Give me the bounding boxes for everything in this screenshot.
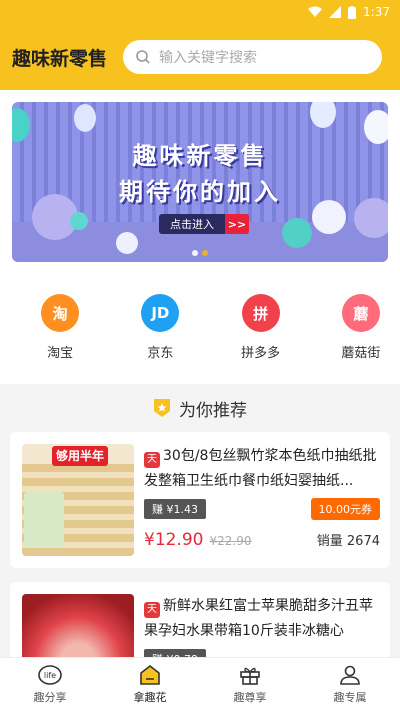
- jd-icon: JD: [141, 294, 180, 332]
- product-image: 够用半年: [22, 444, 134, 556]
- banner-title-line1: 趣味新零售: [132, 142, 268, 170]
- category-jd[interactable]: JD 京东: [121, 284, 199, 384]
- header: 趣味新零售 输入关键字搜索: [0, 24, 400, 90]
- carousel-dots: [12, 250, 388, 256]
- product-title-text: 30包/8包丝飘竹浆本色纸巾抽纸批发整箱卫生纸巾餐巾纸妇婴抽纸...: [144, 448, 377, 489]
- product-image-package: [24, 492, 64, 548]
- product-card[interactable]: 天新鲜水果红富士苹果脆甜多汁丑苹果孕妇水果带箱10斤装非冰糖心 赚 ¥0.79: [10, 582, 390, 662]
- tab-label: 趣分享: [33, 691, 67, 704]
- recommend-header: 为你推荐: [0, 384, 400, 432]
- tab-label: 拿趣花: [133, 691, 167, 704]
- tab-label: 趣尊享: [233, 691, 267, 704]
- category-mogujie[interactable]: 蘑 蘑菇街: [322, 284, 400, 384]
- wifi-icon: [308, 6, 323, 17]
- tab-label: 趣专属: [333, 691, 367, 704]
- shield-star-icon: [154, 399, 170, 417]
- app-title: 趣味新零售: [12, 47, 108, 70]
- search-input[interactable]: 输入关键字搜索: [123, 40, 382, 74]
- sphere-decoration: [70, 212, 88, 230]
- carousel-dot-active[interactable]: [202, 250, 208, 256]
- status-bar: 1:37: [0, 0, 400, 24]
- product-info: 天新鲜水果红富士苹果脆甜多汁丑苹果孕妇水果带箱10斤装非冰糖心 赚 ¥0.79: [144, 594, 380, 662]
- search-icon: [136, 50, 150, 64]
- balloon-decoration: [310, 102, 336, 128]
- product-card[interactable]: 够用半年 天 30包/8包丝飘竹浆本色纸巾抽纸批发整箱卫生纸巾餐巾纸妇婴抽纸...…: [10, 432, 390, 568]
- category-label: 蘑菇街: [341, 346, 381, 361]
- product-image: [22, 594, 134, 662]
- category-taobao[interactable]: 淘 淘宝: [21, 284, 99, 384]
- search-placeholder: 输入关键字搜索: [159, 50, 257, 66]
- price-row: ¥12.90 ¥22.90 销量 2674: [144, 530, 380, 550]
- product-title-text: 新鲜水果红富士苹果脆甜多汁丑苹果孕妇水果带箱10斤装非冰糖心: [144, 598, 373, 639]
- category-label: 拼多多: [241, 346, 281, 361]
- banner-enter-button[interactable]: 点击进入 >>: [159, 214, 249, 234]
- product-title: 天新鲜水果红富士苹果脆甜多汁丑苹果孕妇水果带箱10斤装非冰糖心: [144, 594, 380, 644]
- product-title: 天 30包/8包丝飘竹浆本色纸巾抽纸批发整箱卫生纸巾餐巾纸妇婴抽纸...: [144, 444, 380, 494]
- signal-icon: [329, 6, 342, 18]
- carousel-dot[interactable]: [192, 250, 198, 256]
- banner-section: 趣味新零售 期待你的加入 点击进入 >>: [0, 90, 400, 284]
- category-label: 淘宝: [47, 346, 74, 361]
- tab-home[interactable]: 拿趣花: [100, 658, 200, 711]
- sphere-decoration: [282, 218, 312, 248]
- tmall-source-icon: 天: [144, 602, 160, 618]
- category-pinduoduo[interactable]: 拼 拼多多: [222, 284, 300, 384]
- pinduoduo-icon: 拼: [241, 294, 280, 332]
- banner-cta-arrow: >>: [225, 214, 249, 234]
- mogujie-icon: 蘑: [341, 294, 380, 332]
- user-icon: [340, 665, 360, 685]
- earn-badge: 赚 ¥1.43: [144, 499, 206, 519]
- recommend-title: 为你推荐: [179, 400, 247, 421]
- status-time: 1:37: [363, 5, 390, 19]
- home-icon: [140, 664, 160, 685]
- sales-count: 销量 2674: [316, 534, 380, 549]
- product-info: 天 30包/8包丝飘竹浆本色纸巾抽纸批发整箱卫生纸巾餐巾纸妇婴抽纸... 赚 ¥1…: [144, 444, 380, 550]
- tab-share[interactable]: life 趣分享: [0, 658, 100, 711]
- battery-icon: [348, 5, 357, 19]
- bottom-tab-bar: life 趣分享 拿趣花 趣尊享 趣专属: [0, 657, 400, 711]
- gift-icon: [240, 667, 260, 685]
- banner-title-line2: 期待你的加入: [119, 178, 281, 206]
- promo-banner[interactable]: 趣味新零售 期待你的加入 点击进入 >>: [12, 102, 388, 262]
- platform-categories: 淘 淘宝 JD 京东 拼 拼多多 蘑 蘑菇街: [0, 284, 400, 384]
- tmall-source-icon: 天: [144, 452, 160, 468]
- tab-premium[interactable]: 趣尊享: [200, 658, 300, 711]
- banner-cta-label: 点击进入: [170, 218, 214, 231]
- taobao-icon: 淘: [41, 294, 80, 332]
- coupon-badge[interactable]: 10.00元券: [310, 498, 380, 520]
- svg-text:life: life: [44, 671, 56, 680]
- life-icon: life: [38, 665, 62, 685]
- tab-profile[interactable]: 趣专属: [300, 658, 400, 711]
- product-image-banner: 够用半年: [52, 446, 109, 466]
- balloon-decoration: [74, 104, 96, 132]
- original-price: ¥22.90: [209, 534, 252, 548]
- category-label: 京东: [147, 346, 174, 361]
- product-price: ¥12.90: [144, 530, 204, 550]
